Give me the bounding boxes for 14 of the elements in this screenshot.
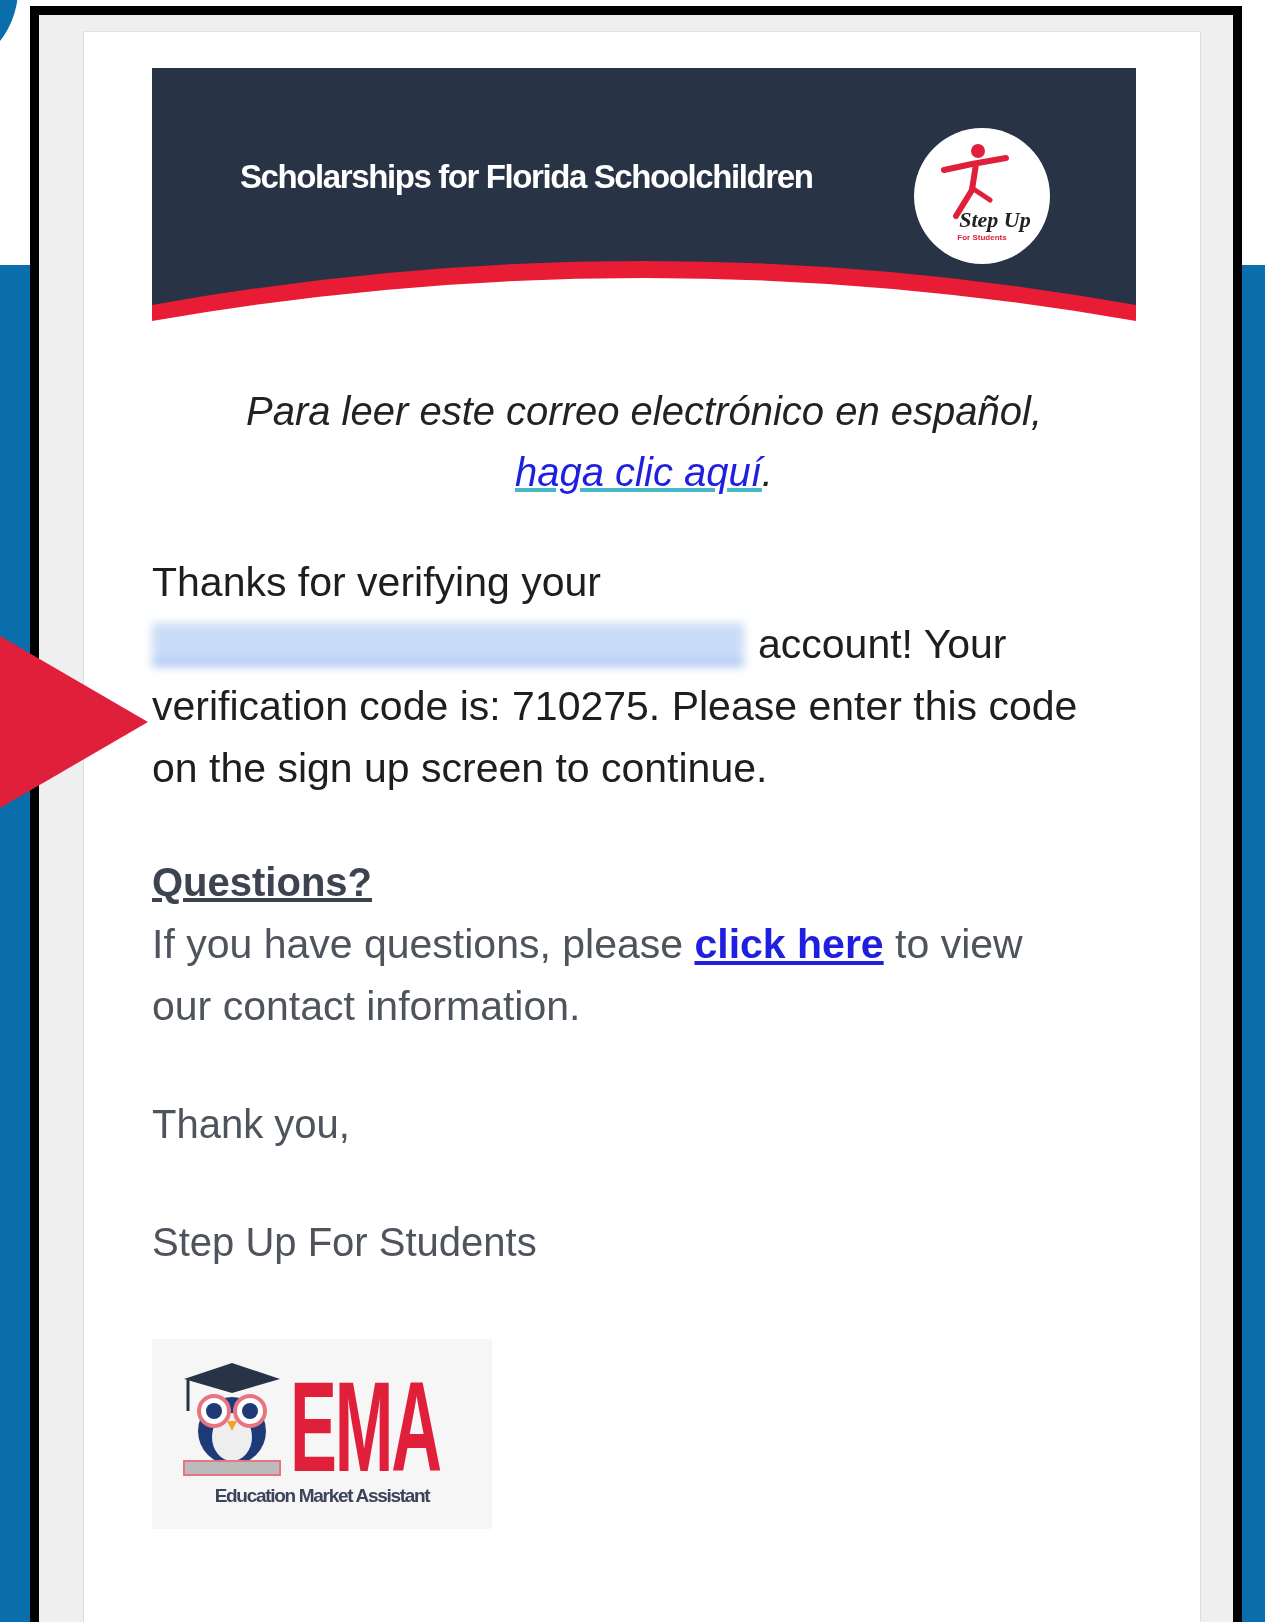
logo-subtext: For Students (957, 233, 1007, 242)
ema-tagline: Education Market Assistant (214, 1485, 430, 1507)
verification-message: verification code is: 710275. Please enter this code on the sign up screen to continue. (152, 682, 1079, 793)
questions-text: If you have questions, please click here to view our contact information. (152, 920, 1024, 1031)
message-continuation: account! Your (758, 620, 1007, 669)
banner-title: Scholarships for Florida Schoolchildren (240, 158, 813, 196)
questions-heading: Questions? (152, 859, 374, 906)
ema-letters: EMA (289, 1375, 440, 1479)
contact-link[interactable]: click here (694, 921, 884, 967)
spanish-notice: Para leer este correo electrónico en español, haga clic aquí. (245, 388, 1043, 496)
message-intro: Thanks for verifying your (152, 558, 601, 607)
signature-text: Step Up For Students (152, 1219, 538, 1266)
closing-text: Thank you, (152, 1101, 351, 1148)
logo-script-text: Step Up (959, 207, 1031, 233)
